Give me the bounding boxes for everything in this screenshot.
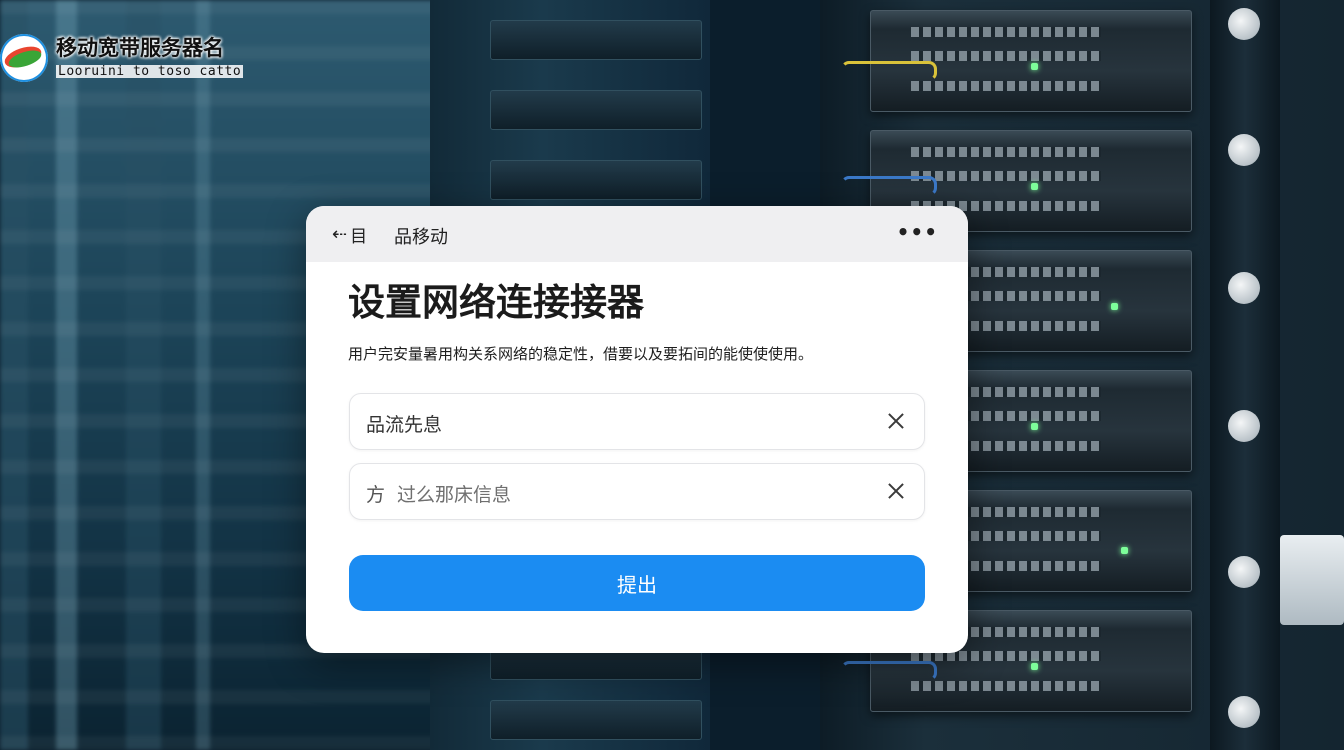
info-input-2-prefix: 方 [366,484,386,506]
info-input-1-value: 品流先息 [366,414,443,436]
brand-logo: 移动宽带服务器名 Looruini to toso catto [0,34,244,82]
brand-title: 移动宽带服务器名 [56,36,224,60]
network-setup-dialog: ⇠ 目 品移动 ••• 设置网络连接接器 用户完安量暑用构关系网络的稳定性，借要… [306,206,968,653]
submit-button[interactable]: 提出 [349,555,925,611]
close-icon[interactable] [885,480,907,502]
back-button-label: 目 [350,226,368,247]
page-title: 设置网络连接接器 [348,281,644,324]
header-title: 品移动 [394,227,448,248]
back-arrow-icon: ⇠ [332,223,348,245]
close-icon[interactable] [885,410,907,432]
page-description: 用户完安量暑用构关系网络的稳定性，借要以及要拓间的能使使使用。 [348,345,814,363]
brand-leaf-icon [0,34,48,82]
more-dots-icon[interactable]: ••• [897,222,938,242]
back-button[interactable]: ⇠ 目 [332,223,368,247]
dialog-header-bar: ⇠ 目 品移动 ••• [306,206,968,262]
info-input-2[interactable]: 方过么那床信息 [349,463,925,520]
info-input-2-value: 过么那床信息 [397,484,512,506]
brand-subtitle: Looruini to toso catto [56,64,244,79]
info-input-1[interactable]: 品流先息 [349,393,925,450]
